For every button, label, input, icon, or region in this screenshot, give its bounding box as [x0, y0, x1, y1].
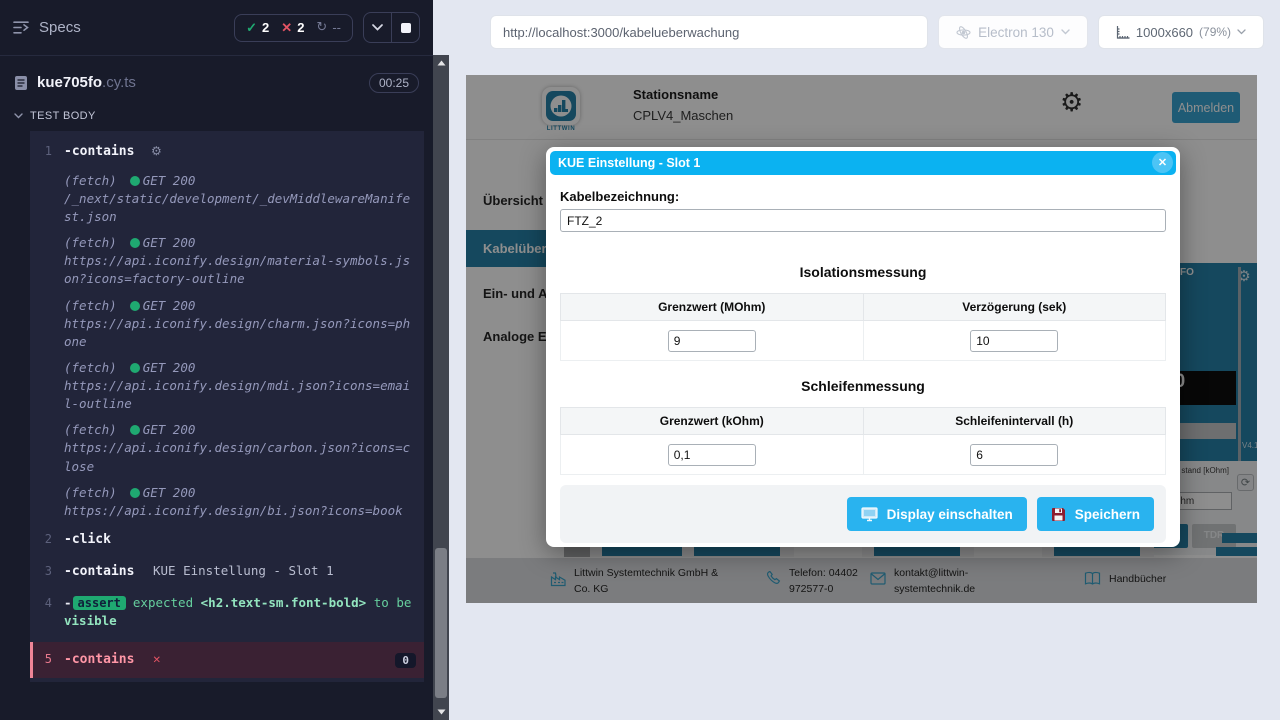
chevron-down-icon: [1061, 29, 1070, 35]
status-dot: [130, 176, 140, 186]
fetch-log[interactable]: (fetch)GET 200 https://api.iconify.desig…: [30, 230, 424, 292]
check-icon: ✓: [246, 20, 257, 36]
browser-select[interactable]: Electron 130: [938, 15, 1088, 49]
x-icon: ✕: [281, 20, 292, 36]
modal-title: KUE Einstellung - Slot 1: [558, 156, 700, 170]
floppy-save-icon: [1051, 507, 1066, 522]
stop-icon: [401, 23, 411, 33]
status-dot: [130, 488, 140, 498]
chevron-down-icon: [1237, 29, 1246, 35]
monitor-icon: [861, 507, 878, 522]
chevron-down-icon: [14, 113, 23, 119]
assert-badge: assert: [73, 596, 126, 610]
specs-nav[interactable]: Specs: [13, 19, 81, 36]
close-icon[interactable]: ✕: [1152, 152, 1173, 173]
display-on-button[interactable]: Display einschalten: [847, 497, 1027, 531]
fail-x-icon: ✕: [153, 651, 161, 666]
isolation-grenzwert-input[interactable]: [668, 330, 756, 352]
cypress-reporter-panel: Specs ✓ 2 ✕ 2 ↻ --: [0, 0, 433, 720]
scroll-down-icon[interactable]: [433, 706, 449, 718]
status-dot: [130, 363, 140, 373]
specs-label: Specs: [39, 19, 81, 36]
reporter-header: Specs ✓ 2 ✕ 2 ↻ --: [0, 0, 433, 56]
stat-failed: ✕ 2: [281, 20, 304, 36]
url-input[interactable]: http://localhost:3000/kabelueberwachung: [490, 15, 928, 49]
fetch-log[interactable]: (fetch)GET 200 https://api.iconify.desig…: [30, 355, 424, 417]
loop-table: Grenzwert (kOhm) Schleifenintervall (h): [560, 407, 1166, 475]
modal-footer: Display einschalten Speichern: [560, 485, 1166, 543]
collapse-button[interactable]: [364, 13, 391, 42]
isolation-verzoegerung-input[interactable]: [970, 330, 1058, 352]
isolation-heading: Isolationsmessung: [560, 264, 1166, 280]
command-assert[interactable]: 4 -assertexpected <h2.text-sm.font-bold>…: [30, 588, 424, 637]
loop-col-grenzwert: Grenzwert (kOhm): [561, 408, 864, 435]
command-contains-3[interactable]: 3 -contains KUE Einstellung - Slot 1: [30, 556, 424, 588]
status-dot: [130, 301, 140, 311]
status-dot: [130, 425, 140, 435]
cable-name-input[interactable]: [560, 209, 1166, 232]
specs-menu-icon: [13, 20, 30, 35]
refresh-icon: ↻: [316, 20, 327, 35]
ruler-icon: [1116, 25, 1130, 39]
save-button[interactable]: Speichern: [1037, 497, 1154, 531]
aut-viewport-area: http://localhost:3000/kabelueberwachung …: [449, 0, 1280, 720]
fetch-log[interactable]: (fetch)GET 200 https://api.iconify.desig…: [30, 417, 424, 479]
status-dot: [130, 238, 140, 248]
chevron-down-icon: [372, 24, 383, 31]
loop-heading: Schleifenmessung: [560, 378, 1166, 394]
command-contains-failed[interactable]: 5 -contains ✕ 0: [30, 642, 424, 678]
scroll-up-icon[interactable]: [433, 57, 449, 69]
stat-passed: ✓ 2: [246, 20, 269, 36]
command-click[interactable]: 2 -click: [30, 524, 424, 556]
test-stats: ✓ 2 ✕ 2 ↻ --: [234, 14, 353, 42]
gear-icon: ⚙: [151, 144, 162, 158]
spec-duration: 00:25: [369, 73, 419, 93]
fetch-log[interactable]: (fetch)GET 200 https://api.iconify.desig…: [30, 480, 424, 524]
isolation-col-grenzwert: Grenzwert (MOhm): [561, 294, 864, 321]
command-log: 1 -contains ⚙ (fetch)GET 200 /_next/stat…: [30, 131, 424, 682]
fetch-log[interactable]: (fetch)GET 200 https://api.iconify.desig…: [30, 293, 424, 355]
stop-button[interactable]: [392, 13, 419, 42]
fetch-log[interactable]: (fetch)GET 200 /_next/static/development…: [30, 168, 424, 230]
test-body-section[interactable]: TEST BODY: [0, 97, 433, 129]
isolation-table: Grenzwert (MOhm) Verzögerung (sek): [560, 293, 1166, 361]
stat-pending: ↻ --: [316, 20, 341, 35]
spec-extension: .cy.ts: [102, 74, 136, 91]
scrollbar-thumb[interactable]: [435, 548, 447, 698]
viewport-size-select[interactable]: 1000x660 (79%): [1098, 15, 1264, 49]
command-contains-1[interactable]: 1 -contains ⚙: [30, 136, 424, 168]
isolation-col-verzoegerung: Verzögerung (sek): [863, 294, 1166, 321]
loop-grenzwert-input[interactable]: [668, 444, 756, 466]
kue-settings-modal: KUE Einstellung - Slot 1 ✕ Kabelbezeichn…: [546, 147, 1180, 547]
cable-name-label: Kabelbezeichnung:: [560, 189, 1166, 204]
electron-icon: [956, 25, 971, 40]
spec-file-icon: [14, 75, 28, 91]
app-under-test: LITTWIN Stationsname CPLV4_Maschen ⚙ Abm…: [466, 75, 1257, 603]
run-controls: [363, 12, 420, 43]
panel-scrollbar[interactable]: [433, 55, 449, 720]
loop-col-intervall: Schleifenintervall (h): [863, 408, 1166, 435]
spec-name: kue705fo: [37, 74, 102, 91]
loop-intervall-input[interactable]: [970, 444, 1058, 466]
modal-header: KUE Einstellung - Slot 1 ✕: [550, 151, 1176, 175]
spec-row[interactable]: kue705fo.cy.ts 00:25: [0, 56, 433, 97]
retry-count-badge: 0: [395, 653, 416, 668]
